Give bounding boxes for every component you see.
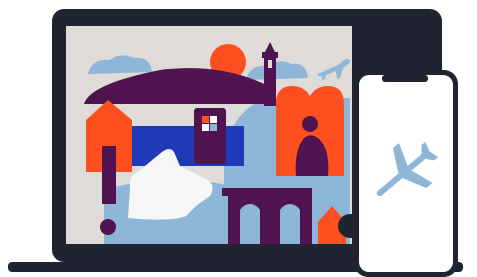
smartphone [354, 70, 458, 277]
arch-building [276, 86, 344, 176]
exclamation-dot [100, 219, 116, 235]
illustration-stage [0, 0, 477, 277]
phone-notch [382, 75, 428, 82]
laptop-and-phone-illustration [8, 9, 463, 277]
exclamation-mark-icon [102, 146, 116, 204]
door [194, 108, 226, 164]
